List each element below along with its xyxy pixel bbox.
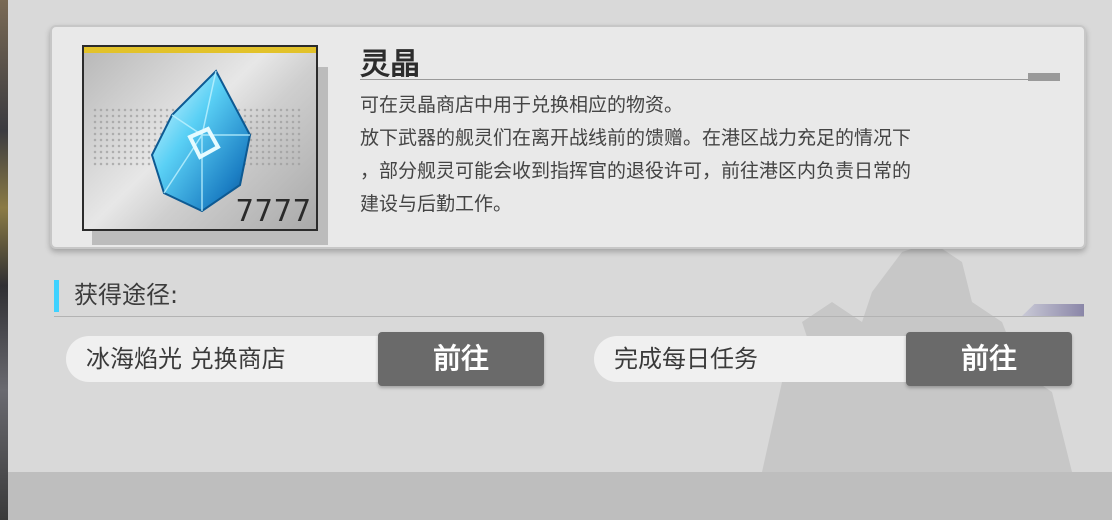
route-label: 冰海焰光 兑换商店	[66, 336, 406, 382]
item-name: 灵晶	[360, 47, 420, 82]
description-line: ，部分舰灵可能会收到指挥官的退役许可，前往港区内负责日常的	[360, 160, 912, 182]
title-marker	[1028, 73, 1060, 81]
section-accent-bar	[54, 280, 59, 312]
route-label: 完成每日任务	[594, 336, 934, 382]
background-edge	[0, 0, 8, 520]
bottom-bar	[8, 472, 1112, 520]
acquire-section-header: 获得途径:	[54, 280, 178, 312]
description-line: 放下武器的舰灵们在离开战线前的馈赠。在港区战力充足的情况下	[360, 127, 912, 149]
blue-crystal-icon	[150, 69, 252, 213]
acquire-route: 冰海焰光 兑换商店 前往	[66, 332, 546, 386]
section-divider	[54, 316, 1084, 317]
item-count: 7777	[235, 194, 312, 229]
title-divider	[360, 79, 1060, 80]
acquire-section-title: 获得途径:	[74, 281, 179, 309]
goto-button[interactable]: 前往	[378, 332, 544, 386]
item-icon-frame: 7777	[82, 45, 318, 231]
acquire-route: 完成每日任务 前往	[594, 332, 1074, 386]
item-description: 可在灵晶商店中用于兑换相应的物资。 放下武器的舰灵们在离开战线前的馈赠。在港区战…	[360, 89, 1050, 221]
description-line: 建设与后勤工作。	[360, 193, 513, 215]
rarity-bar	[84, 47, 316, 53]
goto-button[interactable]: 前往	[906, 332, 1072, 386]
item-info-card: 7777 灵晶 可在灵晶商店中用于兑换相应的物资。 放下武器的舰灵们在离开战线前…	[50, 25, 1086, 249]
description-line: 可在灵晶商店中用于兑换相应的物资。	[360, 94, 684, 116]
